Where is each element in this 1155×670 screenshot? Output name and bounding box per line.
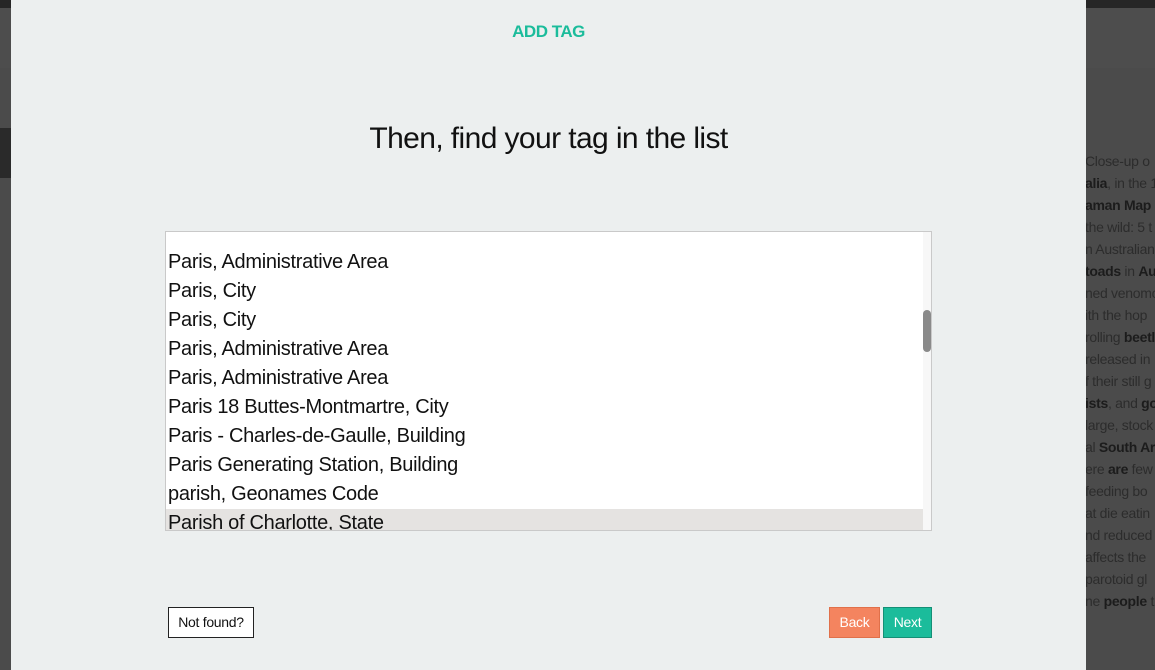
background-text-fragment: parotoid gl	[1085, 571, 1148, 587]
tag-list-scrollbar[interactable]	[923, 232, 931, 530]
background-text-fragment: South Ar	[1098, 439, 1155, 455]
background-text-line: ne people t	[1085, 590, 1155, 612]
tag-list-item[interactable]: parish, Geonames Code	[166, 480, 923, 509]
background-text-fragment: released in	[1085, 351, 1151, 367]
background-text-fragment: n Australian	[1085, 241, 1155, 257]
modal-title: ADD TAG	[512, 22, 585, 41]
background-text-line: large, stock	[1085, 414, 1155, 436]
tag-list-scrollbar-thumb[interactable]	[923, 310, 931, 352]
background-text-fragment: , and	[1107, 395, 1142, 411]
tag-list-item[interactable]: Paris, Administrative Area	[166, 335, 923, 364]
background-text-line: ith the hop	[1085, 304, 1155, 326]
background-text-line: ned venomo	[1085, 282, 1155, 304]
background-text-fragment: ne	[1085, 593, 1104, 609]
background-text-line: at die eatin	[1085, 502, 1155, 524]
tag-list-item[interactable]: Paris, Administrative Area	[166, 364, 923, 393]
background-text-fragment: alia	[1085, 175, 1108, 191]
background-text-line: parotoid gl	[1085, 568, 1155, 590]
background-text-line: al South Ar	[1085, 436, 1155, 458]
tag-list-item-partial[interactable]	[166, 232, 923, 248]
background-text-fragment: ere	[1085, 461, 1108, 477]
tag-list-item[interactable]: Paris - Charles-de-Gaulle, Building	[166, 422, 923, 451]
background-text-fragment: few	[1128, 461, 1153, 477]
background-text-fragment: are	[1107, 461, 1129, 477]
tag-list-item[interactable]: Paris, City	[166, 306, 923, 335]
background-text-fragment: people	[1103, 593, 1148, 609]
background-text-fragment: toads	[1085, 263, 1121, 279]
background-text-line: n Australian	[1085, 238, 1155, 260]
background-text-fragment: at die eatin	[1085, 505, 1150, 521]
background-text-fragment: rolling	[1085, 329, 1124, 345]
background-text-line: toads in Au	[1085, 260, 1155, 282]
background-text-fragment: the wild: 5 t	[1085, 219, 1152, 235]
next-button[interactable]: Next	[883, 607, 932, 638]
background-text-fragment: ned venomo	[1085, 285, 1155, 301]
add-tag-modal: ADD TAG Then, find your tag in the list …	[11, 0, 1086, 670]
background-text-fragment: , in the 1	[1107, 175, 1155, 191]
background-text-fragment: nd reduced	[1085, 527, 1153, 543]
background-text-line: the wild: 5 t	[1085, 216, 1155, 238]
background-text-fragment: f their still g	[1085, 373, 1152, 389]
background-text-line: f their still g	[1085, 370, 1155, 392]
tag-list-item[interactable]: Paris, City	[166, 277, 923, 306]
background-text-fragment: affects the	[1085, 549, 1147, 565]
background-text-fragment: al	[1085, 439, 1099, 455]
background-text-fragment: Close-up o	[1085, 153, 1150, 169]
background-text-fragment: feeding bo	[1085, 483, 1148, 499]
tag-list[interactable]: Paris, Administrative Area Paris, City Par…	[165, 231, 932, 531]
background-text-line: ere are few	[1085, 458, 1155, 480]
background-text-line: rolling beetl	[1085, 326, 1155, 348]
tag-list-item[interactable]: Paris, Administrative Area	[166, 248, 923, 277]
background-text-line: nd reduced	[1085, 524, 1155, 546]
background-article-text: Close-up o alia, in the 1 aman Map the wild…	[1085, 150, 1155, 612]
tag-list-item[interactable]: Paris Generating Station, Building	[166, 451, 923, 480]
background-text-fragment: aman Map	[1085, 197, 1152, 213]
background-text-line: Close-up o	[1085, 150, 1155, 172]
background-text-line: affects the	[1085, 546, 1155, 568]
background-text-line: feeding bo	[1085, 480, 1155, 502]
not-found-button[interactable]: Not found?	[168, 607, 254, 638]
tag-list-item[interactable]: Parish of Charlotte, State	[166, 509, 923, 530]
background-text-fragment: beetl	[1123, 329, 1155, 345]
modal-heading: Then, find your tag in the list	[369, 122, 728, 155]
background-text-fragment: ith the hop	[1085, 307, 1148, 323]
background-text-fragment: Au	[1138, 263, 1155, 279]
tag-list-items: Paris, Administrative Area Paris, City Par…	[166, 232, 923, 530]
background-text-fragment: large, stock	[1085, 417, 1153, 433]
background-text-line: ists, and gov	[1085, 392, 1155, 414]
background-text-line: aman Map	[1085, 194, 1155, 216]
tag-list-item[interactable]: Paris 18 Buttes-Montmartre, City	[166, 393, 923, 422]
background-text-fragment: in	[1120, 263, 1139, 279]
background-text-line: alia, in the 1	[1085, 172, 1155, 194]
background-text-fragment: gov	[1141, 395, 1155, 411]
background-text-line: released in	[1085, 348, 1155, 370]
background-text-fragment: ists	[1085, 395, 1108, 411]
background-text-fragment: t	[1146, 593, 1155, 609]
back-button[interactable]: Back	[829, 607, 880, 638]
